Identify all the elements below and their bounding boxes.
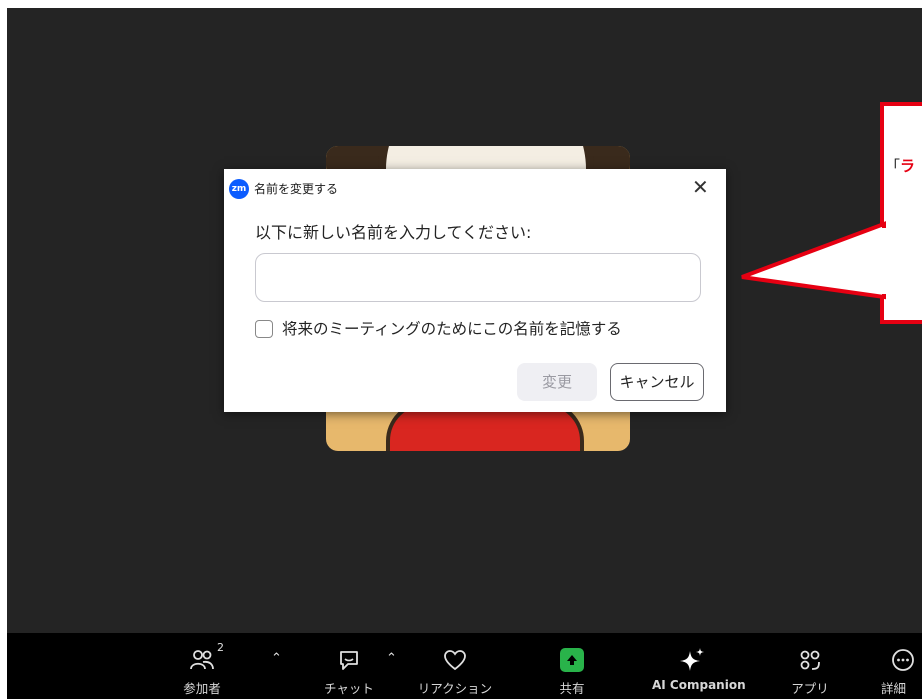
rename-prompt: 以下に新しい名前を入力してください: xyxy=(255,223,532,242)
annotation-callout xyxy=(880,102,922,324)
reactions-label: リアクション xyxy=(417,681,493,696)
remember-name-checkbox[interactable] xyxy=(255,320,273,338)
share-up-arrow-icon xyxy=(560,648,584,672)
apps-icon xyxy=(790,645,830,675)
participants-label: 参加者 xyxy=(183,681,221,696)
heart-icon xyxy=(435,645,475,675)
zoom-logo-icon: zm xyxy=(229,179,249,199)
change-button[interactable]: 変更 xyxy=(517,363,597,401)
cancel-button[interactable]: キャンセル xyxy=(610,363,704,401)
more-button[interactable]: 詳細 xyxy=(881,633,921,699)
close-icon[interactable]: ✕ xyxy=(692,175,709,199)
reactions-button[interactable]: リアクション xyxy=(418,633,492,699)
chat-icon-svg xyxy=(340,651,358,670)
participants-icon-svg xyxy=(190,650,214,670)
heart-icon-svg xyxy=(444,650,466,671)
share-button[interactable]: 共有 xyxy=(552,633,592,699)
chat-icon xyxy=(329,645,369,675)
apps-icon-svg xyxy=(800,650,820,670)
dialog-title: 名前を変更する xyxy=(254,182,339,196)
more-icon xyxy=(885,645,921,675)
more-label: 詳細 xyxy=(881,681,907,696)
remember-name-label[interactable]: 将来のミーティングのためにこの名前を記憶する xyxy=(282,317,622,339)
more-icon-svg xyxy=(892,649,914,671)
chat-caret-icon[interactable]: ⌃ xyxy=(386,651,397,666)
share-icon-wrap xyxy=(552,645,592,675)
share-arrow-svg xyxy=(567,655,577,665)
rename-dialog: zm 名前を変更する ✕ 以下に新しい名前を入力してください: 将来のミーティン… xyxy=(224,169,726,412)
chat-label: チャット xyxy=(324,681,374,696)
participants-button[interactable]: 2 参加者 xyxy=(182,633,224,699)
callout-text: 「ラ xyxy=(885,155,915,176)
callout-text-highlight: ラ xyxy=(900,157,916,175)
ai-companion-label: AI Companion xyxy=(652,678,746,692)
sparkle-icon-svg xyxy=(680,648,704,671)
apps-label: アプリ xyxy=(791,681,829,696)
apps-button[interactable]: アプリ xyxy=(790,633,830,699)
chat-button[interactable]: チャット xyxy=(324,633,374,699)
participants-caret-icon[interactable]: ⌃ xyxy=(271,651,282,666)
callout-text-prefix: 「 xyxy=(885,157,901,175)
meeting-toolbar: 2 参加者 ⌃ チャット ⌃ リアクション 共有 AI Companion アプ… xyxy=(7,633,922,699)
share-label: 共有 xyxy=(559,681,585,696)
participants-icon xyxy=(182,645,222,675)
sparkle-icon xyxy=(672,645,712,675)
new-name-input[interactable] xyxy=(255,253,701,302)
participants-count: 2 xyxy=(217,641,224,654)
ai-companion-button[interactable]: AI Companion xyxy=(652,633,746,699)
